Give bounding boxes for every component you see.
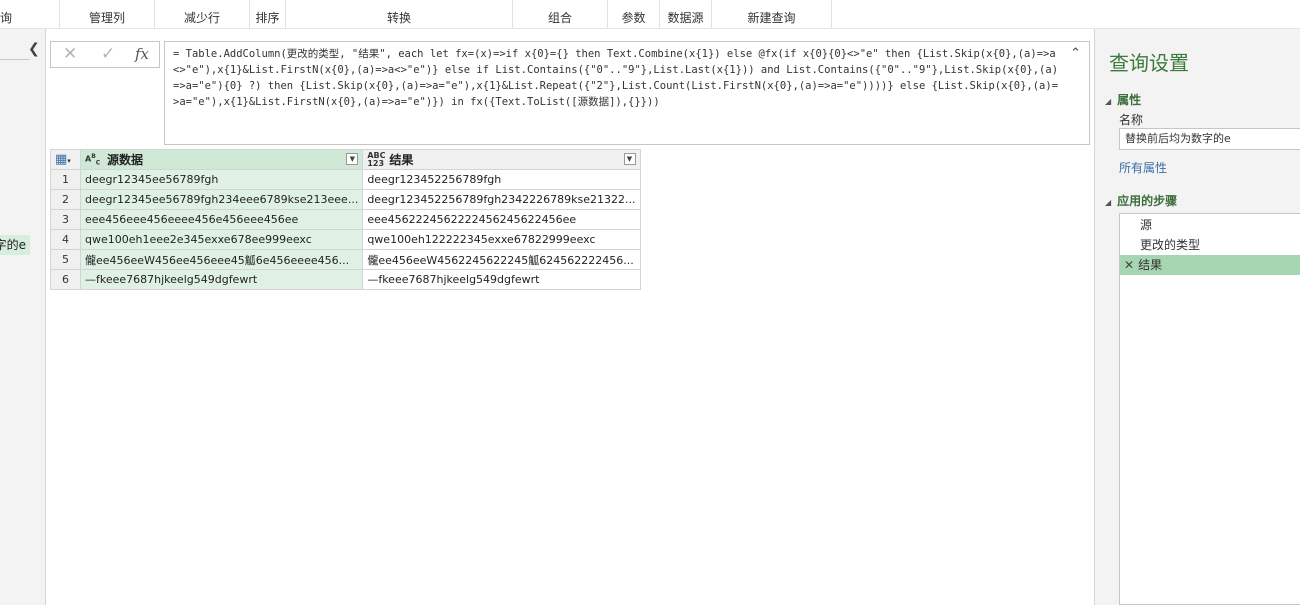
cell-result[interactable]: —fkeee7687hjkeelg549dgfewrt [362, 269, 641, 290]
formula-text: = Table.AddColumn(更改的类型, "结果", each let … [173, 48, 1059, 108]
ribbon-group-transform: 转换 [286, 0, 513, 28]
ribbon: 询 管理列 减少行 排序 转换 组合 参数 数据源 新建查询 [0, 0, 1300, 29]
applied-steps-list: 源 更改的类型 ✕ 结果 [1119, 213, 1300, 605]
chevron-left-icon[interactable]: ❮ [28, 41, 40, 57]
name-label: 名称 [1119, 113, 1144, 127]
cell-result[interactable]: deegr123452256789fgh2342226789kse21322..… [362, 189, 641, 210]
text-type-icon[interactable]: ABC [85, 153, 103, 167]
ribbon-group-query: 询 [0, 0, 60, 28]
cell-source[interactable]: deegr12345ee56789fgh234eee6789kse213eee.… [79, 189, 364, 210]
cell-result[interactable]: eee4562224562222456245622456ee [362, 209, 641, 230]
query-settings-title: 查询设置 [1109, 51, 1189, 75]
query-name-input[interactable]: 替换前后均为数字的e [1119, 128, 1300, 150]
any-type-icon[interactable]: ABC 123 [367, 152, 385, 168]
row-number[interactable]: 6 [50, 269, 81, 290]
table-row: 1 deegr12345ee56789fgh deegr123452256789… [50, 169, 641, 190]
row-number[interactable]: 1 [50, 169, 81, 190]
query-settings-pane: 查询设置 ◢ 属性 名称 替换前后均为数字的e 所有属性 ◢ 应用的步骤 源 更改的… [1094, 29, 1300, 605]
cell-result[interactable]: qwe100eh122222345exxe67822999eexc [362, 229, 641, 250]
query-item-label: 字的e [0, 238, 26, 252]
step-label: 更改的类型 [1140, 238, 1201, 252]
step-label: 源 [1140, 218, 1153, 232]
queries-pane: ❮ 字的e [0, 29, 46, 605]
queries-pane-divider [0, 59, 30, 60]
close-icon[interactable]: ✕ [1124, 258, 1134, 272]
applied-steps-header: 应用的步骤 [1117, 194, 1178, 208]
column-filter-dropdown[interactable]: ▼ [346, 153, 359, 165]
row-number[interactable]: 5 [50, 249, 81, 270]
ribbon-group-sort: 排序 [250, 0, 286, 28]
collapse-triangle-icon[interactable]: ◢ [1105, 198, 1111, 207]
cell-source[interactable]: eee456eee456eeee456e456eee456ee [79, 209, 364, 230]
row-number[interactable]: 3 [50, 209, 81, 230]
column-filter-dropdown[interactable]: ▼ [623, 153, 636, 165]
all-properties-link[interactable]: 所有属性 [1119, 159, 1167, 176]
chevron-up-icon[interactable]: ⌃ [1070, 46, 1081, 62]
step-item-selected[interactable]: ✕ 结果 [1120, 255, 1300, 275]
properties-header: 属性 [1117, 93, 1142, 107]
ribbon-group-data-sources: 数据源 [660, 0, 712, 28]
applied-steps-section[interactable]: ◢ 应用的步骤 [1105, 192, 1177, 209]
column-header-label: 源数据 [107, 153, 144, 167]
formula-buttons: ✕ ✓ fx [50, 41, 160, 68]
formula-input[interactable]: = Table.AddColumn(更改的类型, "结果", each let … [164, 41, 1090, 145]
data-grid: ▦▾ ABC 源数据 ▼ ABC 123 结果 ▼ 1 deegr12345ee567… [50, 149, 641, 290]
step-item[interactable]: 源 [1120, 215, 1300, 235]
cell-source[interactable]: deegr12345ee56789fgh [79, 169, 364, 190]
column-header-result[interactable]: ABC 123 结果 ▼ [362, 149, 641, 170]
table-row: 3 eee456eee456eeee456e456eee456ee eee456… [50, 209, 641, 230]
table-menu-icon[interactable]: ▦▾ [50, 149, 81, 170]
ribbon-group-new-query: 新建查询 [712, 0, 832, 28]
query-item[interactable]: 字的e [0, 235, 30, 255]
step-label: 结果 [1138, 258, 1163, 272]
cell-result[interactable]: deegr123452256789fgh [362, 169, 641, 190]
column-header-label: 结果 [389, 152, 414, 167]
ribbon-group-reduce-rows: 减少行 [155, 0, 250, 28]
row-number[interactable]: 2 [50, 189, 81, 210]
step-item[interactable]: 更改的类型 [1120, 235, 1300, 255]
table-row: 4 qwe100eh1eee2e345exxe678ee999eexc qwe1… [50, 229, 641, 250]
fx-icon[interactable]: fx [135, 45, 149, 63]
ribbon-group-manage-columns: 管理列 [60, 0, 155, 28]
cell-source[interactable]: —fkeee7687hjkeelg549dgfewrt [79, 269, 364, 290]
cell-source[interactable]: qwe100eh1eee2e345exxe678ee999eexc [79, 229, 364, 250]
properties-section[interactable]: ◢ 属性 [1105, 91, 1141, 108]
cell-source[interactable]: 儱ee456eeW456ee456eee45觚6e456eeee456... [79, 249, 364, 270]
ribbon-group-parameters: 参数 [608, 0, 660, 28]
ribbon-group-combine: 组合 [513, 0, 608, 28]
table-row: 2 deegr12345ee56789fgh234eee6789kse213ee… [50, 189, 641, 210]
collapse-triangle-icon[interactable]: ◢ [1105, 97, 1111, 106]
row-number[interactable]: 4 [50, 229, 81, 250]
close-icon[interactable]: ✕ [63, 44, 77, 64]
column-header-source[interactable]: ABC 源数据 ▼ [79, 149, 364, 170]
table-row: 5 儱ee456eeW456ee456eee45觚6e456eeee456...… [50, 249, 641, 270]
check-icon[interactable]: ✓ [101, 44, 115, 64]
table-row: 6 —fkeee7687hjkeelg549dgfewrt —fkeee7687… [50, 269, 641, 290]
cell-result[interactable]: 儱ee456eeW4562245622245觚624562222456... [362, 249, 641, 270]
